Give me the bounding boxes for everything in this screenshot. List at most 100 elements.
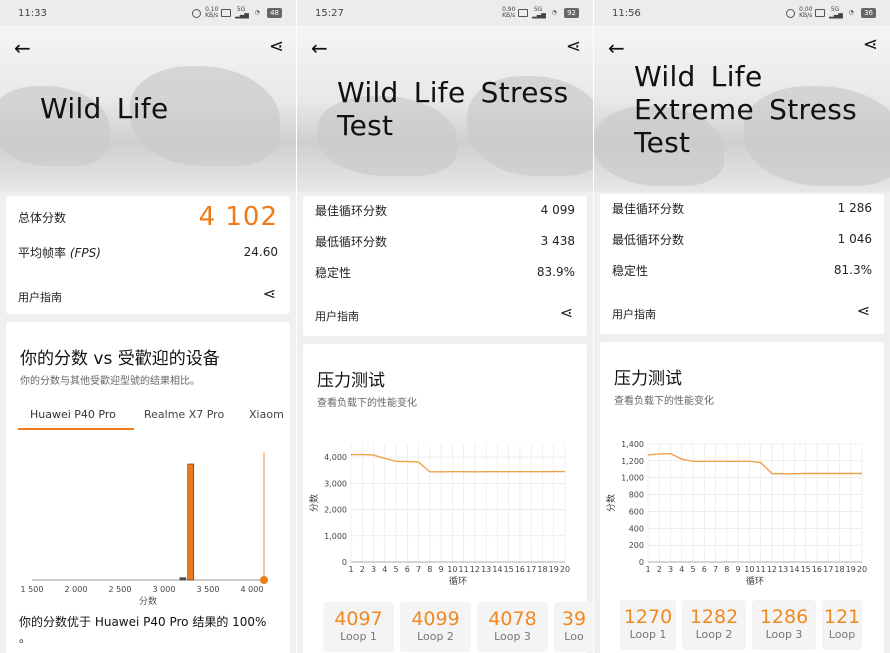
loop-label: Loop	[828, 628, 856, 641]
x-tick-label: 1	[348, 565, 353, 574]
back-arrow-icon[interactable]: ←	[311, 36, 328, 60]
fps-value: 24.60	[243, 245, 278, 259]
loop-card[interactable]: 39 Loo	[554, 602, 593, 652]
loop-card[interactable]: 4078 Loop 3	[477, 602, 548, 652]
x-tick-label: 3	[371, 565, 376, 574]
tab-device-2[interactable]: Realme X7 Pro	[144, 408, 224, 421]
stress-subtitle: 查看负载下的性能变化	[317, 398, 417, 409]
y-tick-label: 200	[629, 541, 644, 550]
x-tick-label: 13	[481, 565, 491, 574]
x-tick-label: 15	[504, 565, 514, 574]
lowest-loop-row: 最低循环分数 3 438	[315, 231, 575, 251]
loop-score: 4099	[411, 608, 460, 630]
user-guide-link[interactable]: 用户指南	[315, 308, 359, 324]
share-icon[interactable]: ⋖	[269, 36, 284, 57]
status-bar: 15:27 0.90 KB/s 5G ▂▄▆ ◔ 92	[297, 0, 593, 26]
stress-card: 压力测试 查看负载下的性能变化 0 1,000 2,000 3,000 4,000 1 2 3…	[303, 344, 593, 653]
y-tick-label: 2,000	[324, 506, 347, 515]
lowest-loop-row: 最低循环分数 1 046	[612, 229, 872, 249]
stability-row: 稳定性 83.9%	[315, 262, 575, 282]
loop-label: Loop 1	[629, 628, 667, 641]
status-icons: 0.10 KB/s 5G ▂▄▆ ◔ 48	[192, 7, 282, 19]
loop-label: Loop 2	[417, 630, 454, 643]
loop-card[interactable]: 1286 Loop 3	[752, 600, 816, 650]
loop-list: 4097 Loop 1 4099 Loop 2 4078 Loop 3 39 Loo	[323, 602, 593, 652]
y-axis-label: 分数	[605, 494, 617, 512]
x-tick-label: 8	[724, 565, 729, 574]
y-tick-label: 800	[629, 491, 644, 500]
x-axis-label: 循环	[746, 575, 764, 586]
x-tick-label: 16	[812, 565, 822, 574]
status-icons: 0.90 KB/s 5G ▂▄▆ ◔ 92	[502, 7, 579, 19]
loop-score: 4097	[334, 608, 383, 630]
x-tick-label: 3 000	[153, 585, 176, 594]
best-loop-row: 最佳循环分数 1 286	[612, 198, 872, 218]
x-tick-label: 12	[767, 565, 777, 574]
lowest-loop-label: 最低循环分数	[612, 232, 685, 247]
x-tick-label: 17	[823, 565, 833, 574]
best-loop-label: 最佳循环分数	[612, 201, 685, 216]
lowest-loop-value: 1 046	[837, 232, 872, 246]
loop-score: 1270	[623, 606, 673, 628]
user-guide-link[interactable]: 用户指南	[612, 306, 656, 322]
hero-banner: ← ⋖ Wild Life Stress Test	[297, 26, 593, 192]
x-tick-label: 7	[416, 565, 421, 574]
x-tick-label: 1 500	[21, 585, 44, 594]
stress-line-chart: 02004006008001,0001,2001,4001 2 3 4 5 6 7 8 9 10 1…	[605, 440, 867, 586]
x-tick-label: 6	[405, 565, 410, 574]
x-tick-label: 13	[778, 565, 788, 574]
alarm-icon	[786, 8, 796, 18]
share-icon[interactable]: ⋖	[566, 36, 581, 57]
tab-device-3[interactable]: Xiaom	[249, 408, 284, 421]
x-tick-label: 7	[713, 565, 718, 574]
back-arrow-icon[interactable]: ←	[14, 36, 31, 60]
share-icon[interactable]: ⋖	[863, 34, 878, 55]
loop-card[interactable]: 1282 Loop 2	[682, 600, 746, 650]
stability-row: 稳定性 81.3%	[612, 260, 872, 280]
y-tick-label: 0	[342, 558, 347, 567]
back-arrow-icon[interactable]: ←	[608, 36, 625, 60]
best-loop-value: 4 099	[540, 203, 575, 217]
compare-result-text: 你的分数优于 Huawei P40 Pro 结果的 100% 。	[19, 615, 267, 645]
total-score-row: 总体分数 4 102	[18, 202, 278, 232]
lowest-loop-value: 3 438	[540, 234, 575, 248]
title-line-2: Test	[337, 109, 394, 142]
x-tick-label: 10	[744, 565, 754, 574]
x-tick-label: 18	[834, 565, 844, 574]
y-tick-label: 1,200	[621, 457, 644, 466]
stress-title: 压力测试	[614, 369, 682, 389]
hero-banner: ← ⋖ Wild Life Extreme Stress Test	[594, 26, 890, 192]
wifi-icon: ◔	[848, 9, 854, 16]
x-tick-label: 14	[492, 565, 502, 574]
loop-card[interactable]: 121 Loop	[822, 600, 862, 650]
results-card: 最佳循环分数 4 099 最低循环分数 3 438 稳定性 83.9% 用户指南…	[303, 196, 587, 336]
tab-device-1[interactable]: Huawei P40 Pro	[30, 408, 116, 421]
stability-value: 81.3%	[833, 263, 872, 277]
x-axis-label: 循环	[449, 575, 467, 586]
x-tick-label: 4	[679, 565, 684, 574]
stress-subtitle: 查看负载下的性能变化	[614, 396, 714, 407]
your-score-marker	[260, 576, 268, 584]
network-speed-icon: 0.90 KB/s	[502, 6, 516, 19]
loop-card[interactable]: 4099 Loop 2	[400, 602, 471, 652]
stress-title: 压力测试	[317, 371, 385, 391]
loop-label: Loop 2	[695, 628, 733, 641]
share-icon[interactable]: ⋖	[560, 303, 573, 322]
stability-value: 83.9%	[536, 265, 575, 279]
network-speed-icon: 0.00 KB/s	[799, 6, 813, 19]
share-icon[interactable]: ⋖	[857, 301, 870, 320]
panel-wild-life: 11:33 0.10 KB/s 5G ▂▄▆ ◔ 48 ← ⋖ Wild Life …	[0, 0, 296, 653]
wifi-icon: ◔	[551, 9, 557, 16]
y-tick-label: 4,000	[324, 453, 347, 462]
loop-card[interactable]: 1270 Loop 1	[620, 600, 676, 650]
title-line-2: Extreme Stress	[634, 93, 858, 126]
stress-line-chart: 01,0002,0003,0004,0001 2 3 4 5 6 7 8 9 10 11 12 13 14…	[308, 444, 570, 586]
x-tick-label: 4	[382, 565, 387, 574]
x-tick-label: 19	[549, 565, 559, 574]
x-tick-label: 2 500	[109, 585, 132, 594]
wifi-icon: ◔	[254, 9, 260, 16]
loop-card[interactable]: 4097 Loop 1	[323, 602, 394, 652]
user-guide-link[interactable]: 用户指南	[18, 289, 62, 305]
share-icon[interactable]: ⋖	[263, 284, 276, 303]
x-tick-label: 5	[394, 565, 399, 574]
